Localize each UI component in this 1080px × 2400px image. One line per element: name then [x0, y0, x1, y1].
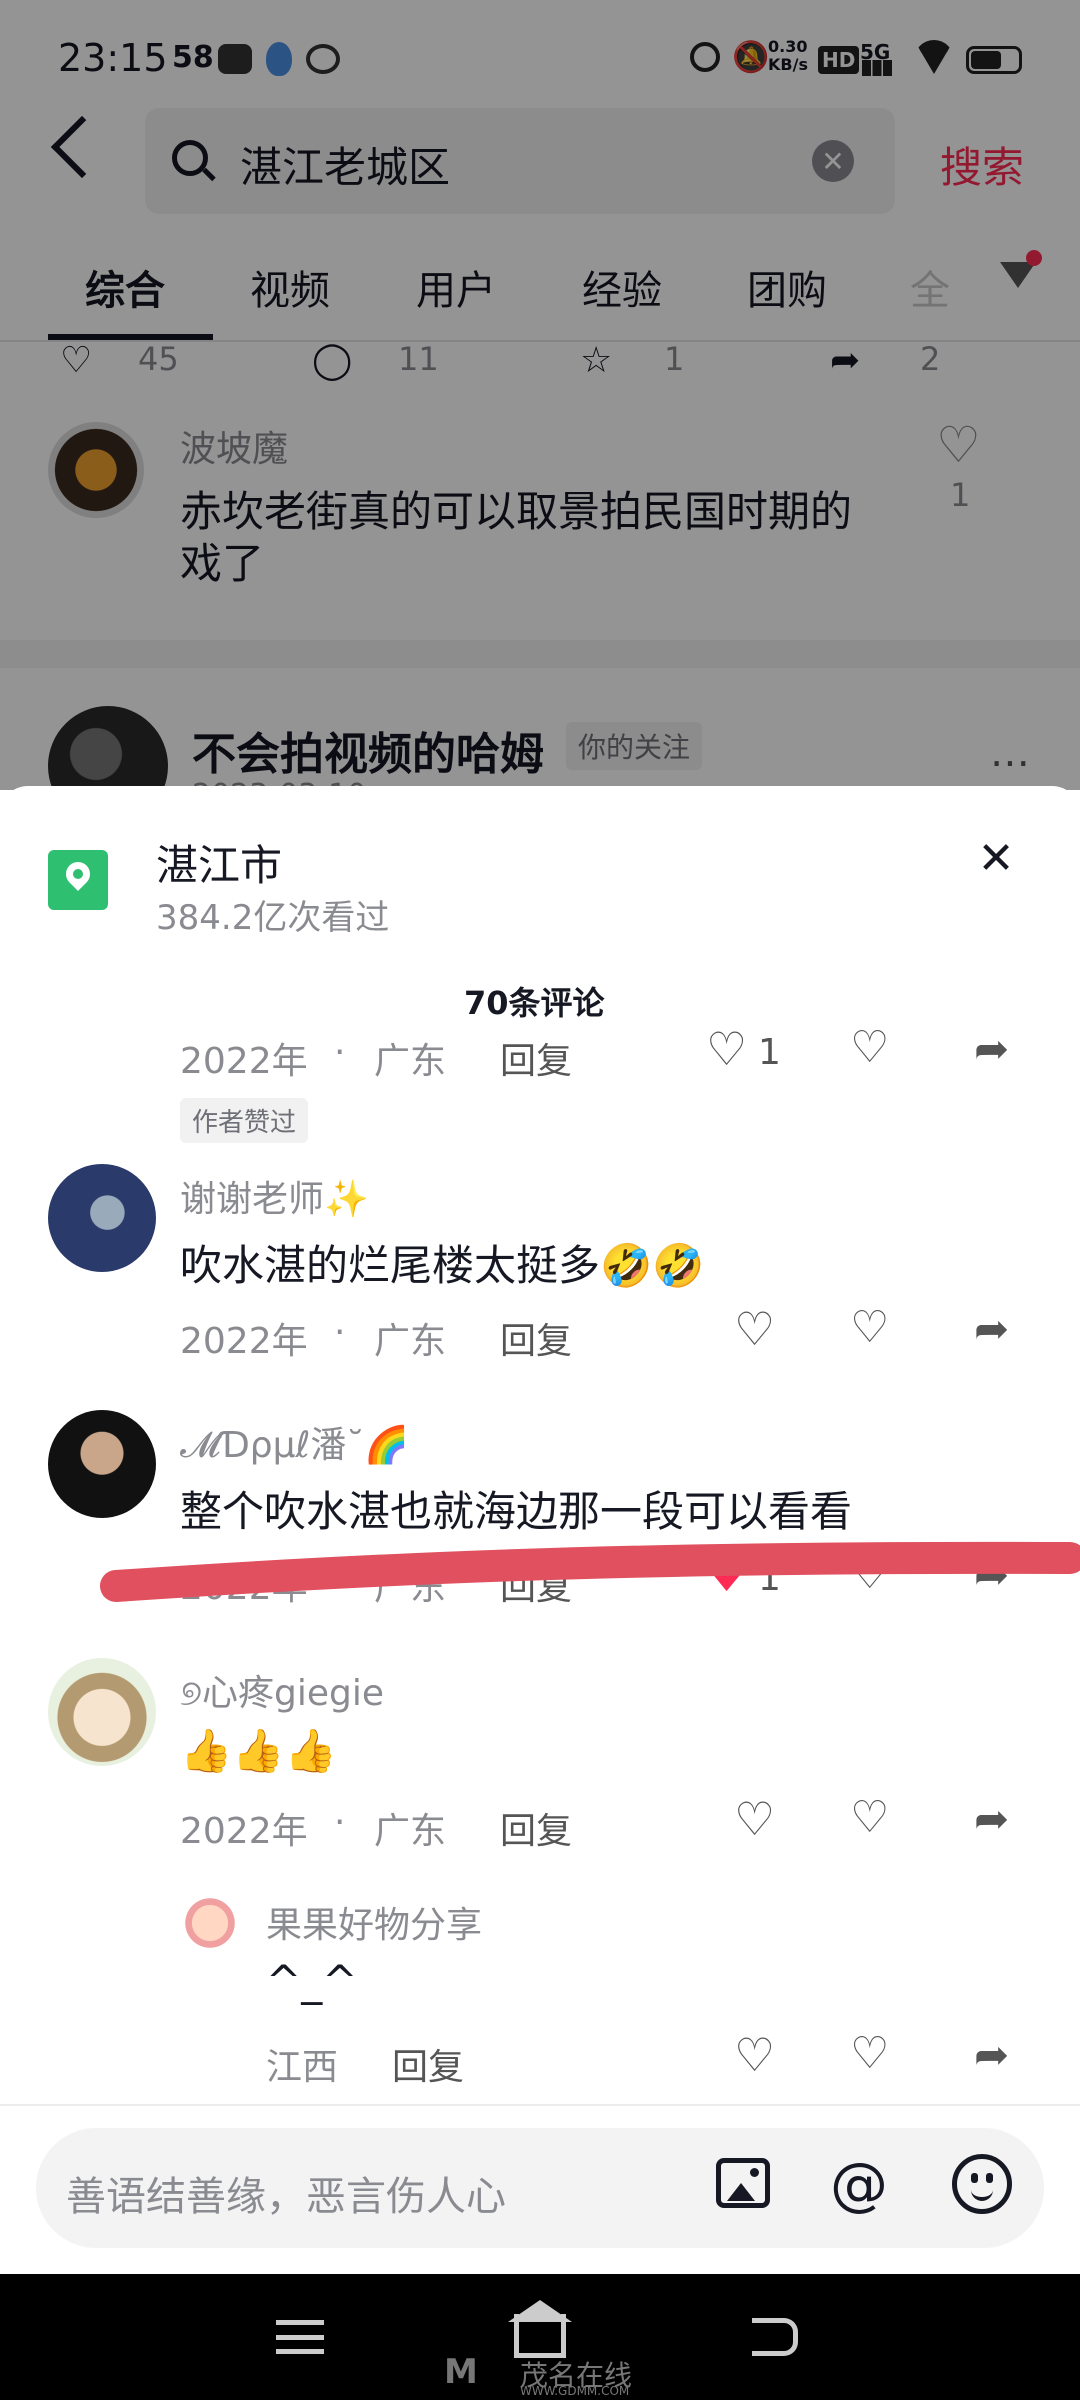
reply-button[interactable]: 回复	[392, 2038, 464, 2090]
like-icon[interactable]: ♡	[706, 1022, 747, 1076]
reply-button[interactable]: 回复	[500, 1032, 572, 1084]
reply-username[interactable]: 果果好物分享	[266, 1896, 482, 1948]
comment-count-title: 70条评论	[464, 984, 605, 1022]
menu-icon[interactable]	[276, 2320, 324, 2354]
comment-username[interactable]: 谢谢老师✨	[180, 1170, 369, 1222]
meta-dot: ·	[334, 1312, 346, 1353]
watermark-url: WWW.GDMM.COM	[520, 2384, 630, 2398]
share-icon[interactable]: ➦	[974, 1304, 1009, 1353]
location-icon	[48, 850, 108, 910]
dislike-icon[interactable]: ♡	[850, 1792, 889, 1843]
back-nav-icon[interactable]	[752, 2318, 798, 2356]
highlight-stroke	[100, 1541, 1080, 1602]
reply-button[interactable]: 回复	[500, 1802, 572, 1854]
author-liked-badge: 作者赞过	[180, 1098, 309, 1143]
like-count: 1	[758, 1032, 781, 1073]
location-views: 384.2亿次看过	[156, 898, 390, 938]
comment-input[interactable]: 善语结善缘，恶言伤人心	[66, 2164, 506, 2222]
location-title[interactable]: 湛江市	[156, 832, 282, 893]
meta-dot: ·	[334, 1032, 346, 1073]
overlay-dim[interactable]	[0, 0, 1080, 790]
share-icon[interactable]: ➦	[974, 1794, 1009, 1843]
avatar[interactable]	[180, 1890, 240, 1950]
comment-username[interactable]: ୭心疼giegie	[180, 1664, 384, 1716]
dislike-icon[interactable]: ♡	[850, 1302, 889, 1353]
avatar[interactable]	[48, 1658, 156, 1766]
watermark-logo: M	[444, 2352, 478, 2392]
comment-year: 2022年	[180, 1041, 308, 1082]
comment-region: 广东	[374, 1041, 447, 1082]
reply-text: ^_^	[266, 1956, 358, 2005]
avatar[interactable]	[48, 1164, 156, 1272]
mention-icon[interactable]: @	[830, 2150, 888, 2218]
comment-sheet: 湛江市 384.2亿次看过 ✕ 70条评论 2022年 · 广东 回复 ♡ 1 …	[0, 786, 1080, 2276]
close-icon[interactable]: ✕	[970, 832, 1022, 884]
avatar[interactable]	[48, 1410, 156, 1518]
reply-button[interactable]: 回复	[500, 1312, 572, 1364]
share-icon[interactable]: ➦	[974, 1024, 1009, 1073]
image-icon[interactable]	[716, 2158, 770, 2208]
like-icon[interactable]: ♡	[734, 1792, 775, 1846]
emoji-icon[interactable]	[952, 2154, 1012, 2214]
comment-year: 2022年	[180, 1321, 308, 1362]
home-icon-roof	[508, 2300, 572, 2322]
share-icon[interactable]: ➦	[974, 2030, 1009, 2079]
like-icon[interactable]: ♡	[734, 1302, 775, 1356]
system-nav-bar: M 茂名在线 WWW.GDMM.COM	[0, 2274, 1080, 2400]
reply-region: 江西	[266, 2047, 339, 2088]
dislike-icon[interactable]: ♡	[850, 2028, 889, 2079]
meta-dot: ·	[334, 1802, 346, 1843]
comment-year: 2022年	[180, 1811, 308, 1852]
comment-region: 广东	[374, 1321, 447, 1362]
comment-region: 广东	[374, 1811, 447, 1852]
comment-username[interactable]: 𝓜Ɗρμℓ潘˘🌈	[180, 1416, 409, 1468]
comment-text: 吹水湛的烂尾楼太挺多🤣🤣	[180, 1241, 705, 1290]
input-divider	[0, 2104, 1080, 2106]
like-icon[interactable]: ♡	[734, 2028, 775, 2082]
comment-text: 👍👍👍	[180, 1726, 337, 1775]
dislike-icon[interactable]: ♡	[850, 1022, 889, 1073]
